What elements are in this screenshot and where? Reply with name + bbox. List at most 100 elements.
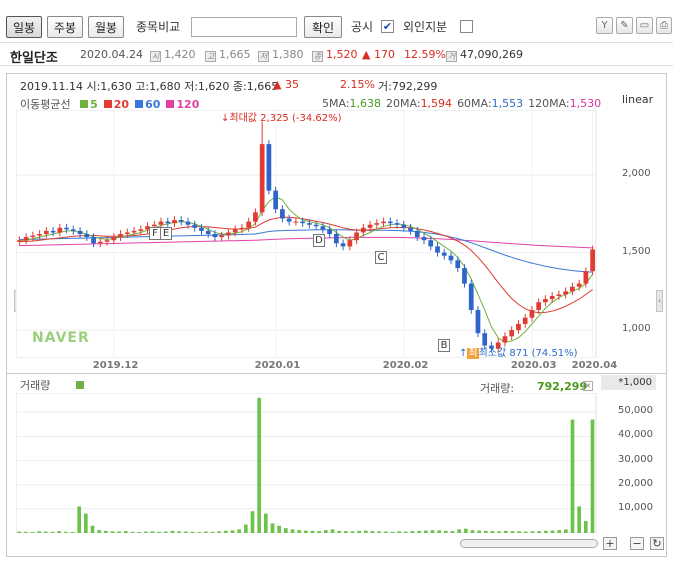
candle-body <box>266 144 272 191</box>
candle-body <box>590 249 595 272</box>
candle-body <box>293 221 299 223</box>
min-value-label: ↑최최소값 871 (74.51%) <box>459 348 578 359</box>
volume-bar <box>210 531 215 533</box>
candle-body <box>77 230 83 234</box>
volume-bar <box>450 531 455 533</box>
price-change-pct: 12.59% <box>404 48 446 61</box>
cursor-icon[interactable]: ▭ <box>636 17 653 34</box>
volume-chart[interactable] <box>16 393 600 533</box>
candle-body <box>549 296 555 300</box>
scale-label[interactable]: linear <box>622 93 653 106</box>
price-change: ▲ 170 <box>362 48 395 61</box>
cursor-change: ▲ 35 <box>273 78 299 91</box>
candle-body <box>286 218 292 222</box>
foreign-label: 외인지분 <box>403 20 448 34</box>
volume-bar <box>24 531 28 533</box>
open-price: 시 1,420 <box>150 48 196 62</box>
ma-legend-swatch-120 <box>166 100 175 108</box>
candle-body <box>185 221 191 225</box>
volume-bar <box>130 531 135 533</box>
volume-bar <box>430 530 435 533</box>
notice-checkbox[interactable]: ✔ <box>381 20 394 33</box>
volume-bar <box>377 531 381 533</box>
candle-body <box>367 224 373 228</box>
volume-bar <box>37 531 41 533</box>
volume-bar <box>304 530 308 533</box>
volume-bar <box>137 532 141 533</box>
pane-divider[interactable] <box>7 373 666 374</box>
marker-e[interactable]: E <box>160 227 172 240</box>
low-price: 저 1,380 <box>258 48 304 62</box>
volume-unit: *1,000 <box>601 375 656 390</box>
candle-body <box>462 268 467 284</box>
volume-bar <box>564 529 568 533</box>
chart-scrollbar[interactable] <box>460 539 598 548</box>
candle-body <box>401 224 407 228</box>
candle-body <box>536 302 542 310</box>
candle-body <box>97 241 103 244</box>
volume-y-tick-label: 50,000 <box>618 405 653 417</box>
candle-body <box>104 240 110 242</box>
volume-bar <box>257 397 261 533</box>
reset-button[interactable]: ↻ <box>650 537 664 550</box>
max-value-label: ↓최대값 2,325 (-34.62%) <box>221 113 342 124</box>
price-plot-area <box>16 110 597 358</box>
candle-body <box>556 294 562 296</box>
foreign-checkbox[interactable] <box>460 20 473 33</box>
candle-body <box>313 224 319 227</box>
close-badge-icon: 종 <box>312 51 323 62</box>
marker-b[interactable]: B <box>438 339 450 352</box>
magnet-icon[interactable]: Y <box>596 17 613 34</box>
monthly-button[interactable]: 월봉 <box>88 16 124 38</box>
daily-button[interactable]: 일봉 <box>6 16 42 38</box>
stock-name: 한일단조 <box>10 51 58 66</box>
zoom-out-button[interactable]: − <box>630 537 644 550</box>
pen-icon[interactable]: ✎ <box>616 17 633 34</box>
candle-body <box>307 223 312 225</box>
chart-toolbar: 일봉 주봉 월봉 종목비교 확인 공시 ✔ 외인지분 Y ✎ ▭ ⎙ <box>0 0 673 40</box>
ma-value-name-2: 60MA: <box>457 97 492 110</box>
candle-body <box>64 227 69 230</box>
volume-legend-swatch <box>75 381 84 389</box>
candle-body <box>468 283 474 310</box>
candle-body <box>57 227 63 233</box>
volume-bar <box>90 525 95 533</box>
candle-body <box>165 221 171 224</box>
ma-legend-swatch-60 <box>135 100 144 108</box>
candle-body <box>219 235 225 238</box>
volume-bar <box>410 531 415 533</box>
cursor-info: 2019.11.14 시:1,630 고:1,680 저:1,620 종:1,6… <box>20 78 278 94</box>
price-chart[interactable] <box>16 110 600 358</box>
right-collapse-button[interactable]: ‹ <box>656 290 663 312</box>
x-tick-label: 2020.03 <box>510 360 557 371</box>
volume-bar <box>270 523 275 533</box>
candle-body <box>394 223 400 225</box>
candle-body <box>583 271 589 284</box>
volume-bar <box>490 531 495 533</box>
volume-y-tick-label: 40,000 <box>618 429 653 441</box>
compare-input[interactable] <box>191 17 297 37</box>
candle-body <box>172 220 177 224</box>
high-price: 고 1,665 <box>205 48 251 62</box>
volume-bar <box>184 531 188 533</box>
candle-body <box>543 299 548 303</box>
marker-c[interactable]: C <box>375 251 387 264</box>
min-value-marker-icon: 최 <box>467 348 479 359</box>
candle-body <box>273 190 279 210</box>
volume-bar <box>550 530 555 533</box>
volume-bar <box>44 531 48 533</box>
notice-label: 공시 <box>351 20 374 34</box>
candle-body <box>43 230 49 234</box>
volume-value: 792,299 <box>537 380 588 393</box>
volume-bar <box>237 529 241 533</box>
weekly-button[interactable]: 주봉 <box>47 16 83 38</box>
marker-d[interactable]: D <box>313 234 325 247</box>
confirm-button[interactable]: 확인 <box>304 16 342 38</box>
close-volume-icon[interactable]: × <box>583 381 593 391</box>
ma-value-3: 1,530 <box>569 97 602 110</box>
zoom-in-button[interactable]: + <box>603 537 617 550</box>
high-badge-icon: 고 <box>205 51 216 62</box>
x-tick-label: 2020.04 <box>571 360 618 371</box>
volume-bar <box>104 530 108 533</box>
print-icon[interactable]: ⎙ <box>656 17 672 34</box>
